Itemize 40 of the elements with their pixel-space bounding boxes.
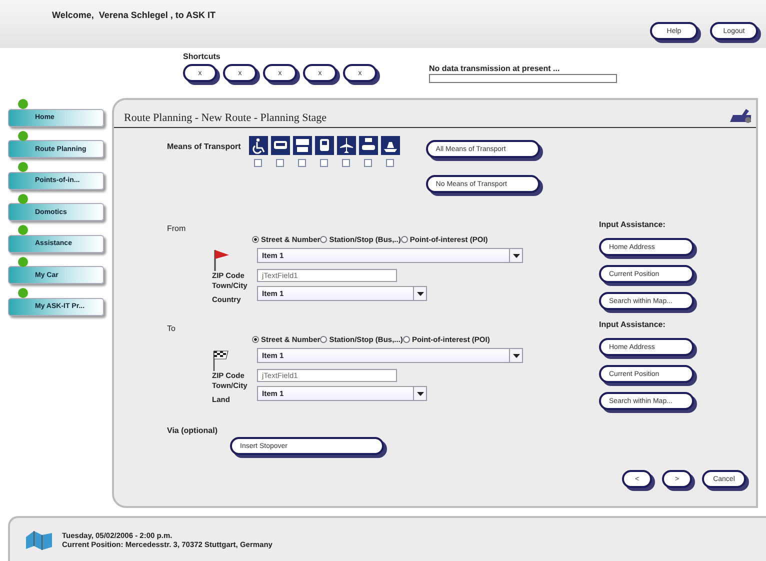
checkbox[interactable]	[276, 159, 284, 167]
bullet-icon	[18, 225, 28, 235]
map-icon	[24, 528, 54, 550]
checkbox[interactable]	[298, 159, 306, 167]
section-label: To	[167, 324, 176, 333]
bullet-icon	[18, 130, 28, 140]
checkbox[interactable]	[386, 159, 394, 167]
dropdown-arrow-icon	[416, 392, 424, 396]
bullet-icon	[18, 194, 28, 204]
bullet-icon	[18, 288, 28, 298]
dropdown-arrow-icon	[512, 254, 520, 258]
radio-button[interactable]	[400, 236, 408, 243]
checkbox[interactable]	[320, 159, 328, 167]
section-label: From	[167, 224, 187, 233]
airplane-icon	[336, 136, 356, 155]
shortcuts-label: Shortcuts	[183, 52, 222, 61]
checkered-flag-icon	[212, 349, 230, 371]
transport-label: Means of Transport	[167, 142, 241, 151]
bullet-icon	[18, 162, 28, 172]
radio-button[interactable]	[402, 336, 410, 343]
assistance-heading: Input Assistance:	[599, 320, 666, 329]
status-message: No data transmission at present ...	[429, 64, 561, 73]
dropdown-arrow-icon	[512, 354, 520, 358]
bullet-icon	[18, 99, 28, 109]
flag-icon	[212, 249, 230, 271]
via-label: Via (optional)	[167, 426, 219, 435]
radio-button[interactable]	[252, 236, 259, 243]
radio-button[interactable]	[252, 336, 259, 343]
welcome-text: Welcome, Verena Schlegel , to ASK IT	[52, 10, 216, 20]
page-title: Route Planning - New Route - Planning Stage	[124, 112, 327, 124]
ship-icon	[380, 136, 400, 155]
checkbox[interactable]	[342, 159, 350, 167]
radio-button[interactable]	[320, 336, 328, 343]
checkbox[interactable]	[364, 159, 372, 167]
dropdown-arrow-icon	[416, 292, 424, 296]
wheelchair-icon	[248, 136, 268, 155]
radio-button[interactable]	[320, 236, 328, 243]
checkbox[interactable]	[254, 159, 262, 167]
assistance-heading: Input Assistance:	[599, 220, 666, 229]
bullet-icon	[18, 256, 28, 266]
